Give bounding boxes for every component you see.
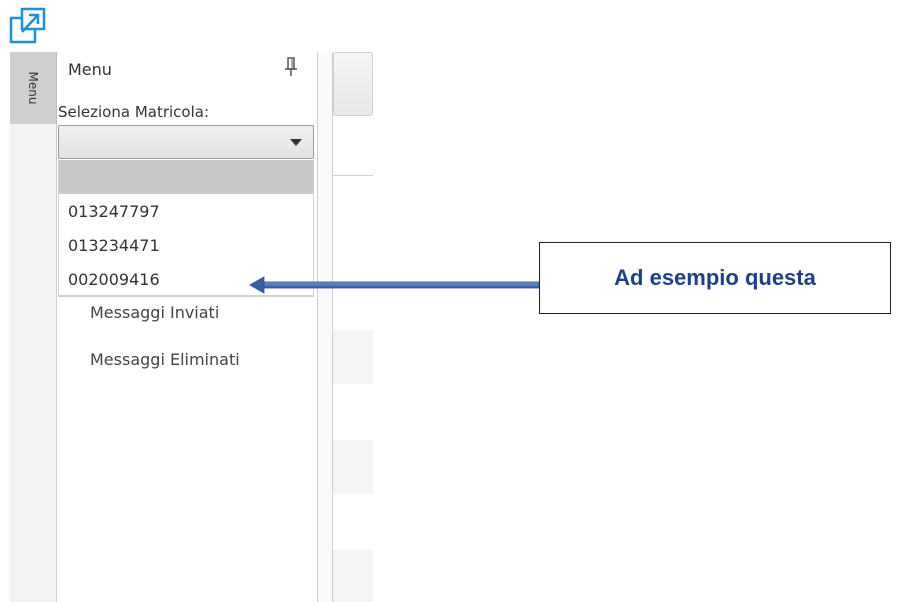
matricola-label: Seleziona Matricola: <box>58 103 210 121</box>
grid-row <box>333 330 373 384</box>
dropdown-option[interactable]: 002009416 <box>68 270 160 289</box>
grid-row <box>333 550 373 602</box>
menu-item-messaggi-inviati[interactable]: Messaggi Inviati <box>90 303 219 322</box>
callout-text: Ad esempio questa <box>614 265 816 290</box>
panel-splitter[interactable] <box>318 52 333 602</box>
grid-header <box>333 52 373 116</box>
menu-title: Menu <box>68 60 112 79</box>
expand-window-icon[interactable] <box>8 6 48 46</box>
menu-side-tab-label: Menu <box>26 71 40 105</box>
pin-icon[interactable] <box>282 57 300 77</box>
callout-arrow <box>249 276 540 294</box>
side-tab-strip <box>10 52 57 602</box>
grid-column-header <box>333 118 373 176</box>
dropdown-option[interactable]: 013247797 <box>68 202 160 221</box>
matricola-select[interactable] <box>58 125 314 159</box>
chevron-down-icon <box>290 139 302 146</box>
menu-item-messaggi-eliminati[interactable]: Messaggi Eliminati <box>90 350 240 369</box>
dropdown-option-empty[interactable] <box>59 160 313 194</box>
grid-row <box>333 440 373 494</box>
dropdown-option[interactable]: 013234471 <box>68 236 160 255</box>
